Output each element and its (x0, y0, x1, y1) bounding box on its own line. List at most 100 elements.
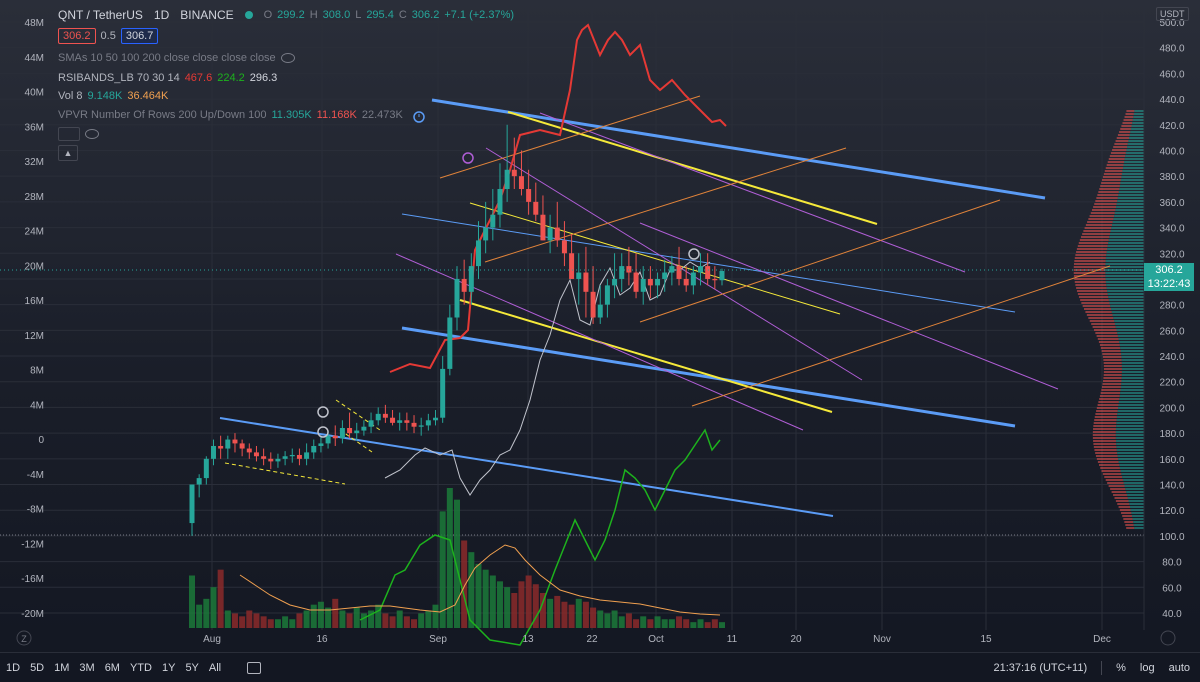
hidden-eye-icon-2[interactable] (85, 129, 99, 139)
candle (626, 246, 632, 286)
volume-axis[interactable]: 48M 44M 40M 36M 32M 28M 24M 20M 16M 12M 8M 4M 0 -4M -8… (21, 18, 44, 620)
volume-profile-bar (1116, 206, 1144, 208)
timeframe-button[interactable]: All (209, 662, 221, 674)
timeframe-button[interactable]: YTD (130, 662, 152, 674)
candle (604, 278, 610, 318)
volume-profile-bar (1121, 380, 1144, 382)
volume-profile-bar (1113, 218, 1144, 220)
drawing-tools-layer[interactable] (219, 95, 1111, 517)
volume-bar (411, 619, 418, 628)
volume-profile-bar (1076, 290, 1108, 292)
scale-settings-icon[interactable] (1160, 630, 1176, 646)
volume-bar (389, 616, 396, 628)
auto-toggle[interactable]: auto (1169, 662, 1190, 674)
price-axis-label: 100.0 (1159, 532, 1184, 543)
yellow-trendline-upper[interactable] (507, 111, 878, 225)
candle (203, 456, 209, 485)
timeframe-button[interactable]: 1Y (162, 662, 175, 674)
interval-label[interactable]: 1D (154, 8, 169, 22)
volume-profile-bar (1126, 110, 1135, 112)
volume-profile-bar (1084, 308, 1112, 310)
volume-bar (260, 616, 267, 628)
purple-channel-line-2[interactable] (485, 147, 863, 381)
symbol-name[interactable]: QNT / TetherUS (58, 8, 143, 22)
date-range-icon[interactable] (247, 661, 262, 674)
volume-profile-bar (1109, 233, 1144, 235)
volume-bar (382, 613, 389, 628)
volume-profile-bar (1116, 419, 1144, 421)
timeframe-button[interactable]: 1M (54, 662, 69, 674)
volume-profile-bar (1131, 512, 1144, 514)
bid-price-box[interactable]: 306.2 (58, 28, 96, 44)
volume-profile-bar (1094, 203, 1117, 205)
time-axis-label: Sep (429, 634, 447, 645)
chart-canvas[interactable]: 500.0480.0460.0440.0420.0400.0380.0360.0… (0, 0, 1200, 652)
volume-profile-bar (1100, 467, 1120, 469)
volume-profile-bar (1093, 428, 1116, 430)
volume-bar (189, 575, 195, 628)
timeframe-button[interactable]: 3M (79, 662, 94, 674)
volume-profile-bar (1093, 440, 1116, 442)
purple-channel-line-4[interactable] (639, 222, 1059, 390)
clock-time[interactable]: 21:37:16 (UTC+11) (993, 662, 1087, 674)
currency-button[interactable]: USDT (1156, 7, 1189, 21)
volume-axis-label: 36M (25, 122, 44, 133)
volume-profile-bar (1086, 314, 1113, 316)
volume-bar (604, 613, 611, 628)
time-axis[interactable]: Aug 16 Sep 13 22 Oct 11 20 Nov 15 Dec Z (16, 630, 1176, 646)
volume-bar (325, 607, 332, 628)
candle (640, 266, 646, 305)
volume-profile-bar (1133, 113, 1144, 115)
timeframe-button[interactable]: 5Y (185, 662, 198, 674)
alert-clock-icon-purple[interactable] (462, 152, 474, 164)
purple-channel-line-1[interactable] (539, 112, 966, 273)
indicator-volume[interactable]: Vol 8 9.148K 36.464K (58, 90, 168, 102)
volume-profile-bar (1121, 173, 1144, 175)
volume-profile-bar (1101, 386, 1121, 388)
candle (483, 201, 489, 254)
orange-channel-line-2[interactable] (484, 147, 847, 263)
ask-price-box[interactable]: 306.7 (120, 28, 159, 44)
volume-profile-bar (1118, 338, 1144, 340)
chevron-up-icon[interactable]: ▲ (58, 145, 78, 161)
price-axis[interactable]: 500.0480.0460.0440.0420.0400.0380.0360.0… (1143, 0, 1185, 630)
volume-profile-bar (1099, 398, 1120, 400)
price-axis-label: 260.0 (1159, 326, 1184, 337)
volume-bar (697, 619, 704, 628)
indicator-vpvr[interactable]: VPVR Number Of Rows 200 Up/Down 100 11.3… (58, 109, 403, 121)
volume-profile-bar (1096, 407, 1119, 409)
time-axis-label: 13 (522, 634, 534, 645)
blue-trendline-middle[interactable] (401, 326, 1016, 428)
indicator-rsibands[interactable]: RSIBANDS_LB 70 30 14 467.6 224.2 296.3 (58, 72, 277, 84)
volume-profile-bar (1092, 437, 1116, 439)
zoom-icon[interactable]: Z (21, 634, 27, 644)
timeframe-button[interactable]: 5D (30, 662, 44, 674)
volume-profile-bar (1117, 452, 1144, 454)
price-axis-label: 460.0 (1159, 69, 1184, 80)
time-axis-label: 11 (727, 634, 738, 645)
volume-bar (704, 622, 711, 628)
volume-bar (719, 622, 725, 628)
alert-clock-icon[interactable] (413, 111, 425, 123)
hidden-indicator-pill[interactable] (58, 127, 80, 141)
volume-profile-bar (1082, 233, 1110, 235)
indicator-sma[interactable]: SMAs 10 50 100 200 close close close clo… (58, 52, 295, 64)
price-axis-label: 140.0 (1159, 481, 1184, 492)
hidden-indicator-row[interactable] (58, 127, 99, 141)
collapse-legend[interactable]: ▲ (58, 145, 78, 161)
volume-profile-bar (1096, 197, 1118, 199)
volume-profile-bar (1078, 242, 1109, 244)
percent-toggle[interactable]: % (1116, 662, 1126, 674)
candle (347, 412, 353, 439)
log-toggle[interactable]: log (1140, 662, 1155, 674)
volume-profile-bar (1097, 338, 1119, 340)
wedge-dashed-lower[interactable] (224, 462, 346, 485)
timeframe-button[interactable]: 1D (6, 662, 20, 674)
hidden-eye-icon[interactable] (280, 53, 295, 63)
volume-profile-bar (1121, 356, 1144, 358)
volume-profile-bar (1118, 461, 1144, 463)
rsi-band-gray-line (384, 261, 711, 496)
volume-profile-bar (1121, 365, 1144, 367)
volume-profile-bar (1114, 215, 1144, 217)
timeframe-button[interactable]: 6M (105, 662, 120, 674)
